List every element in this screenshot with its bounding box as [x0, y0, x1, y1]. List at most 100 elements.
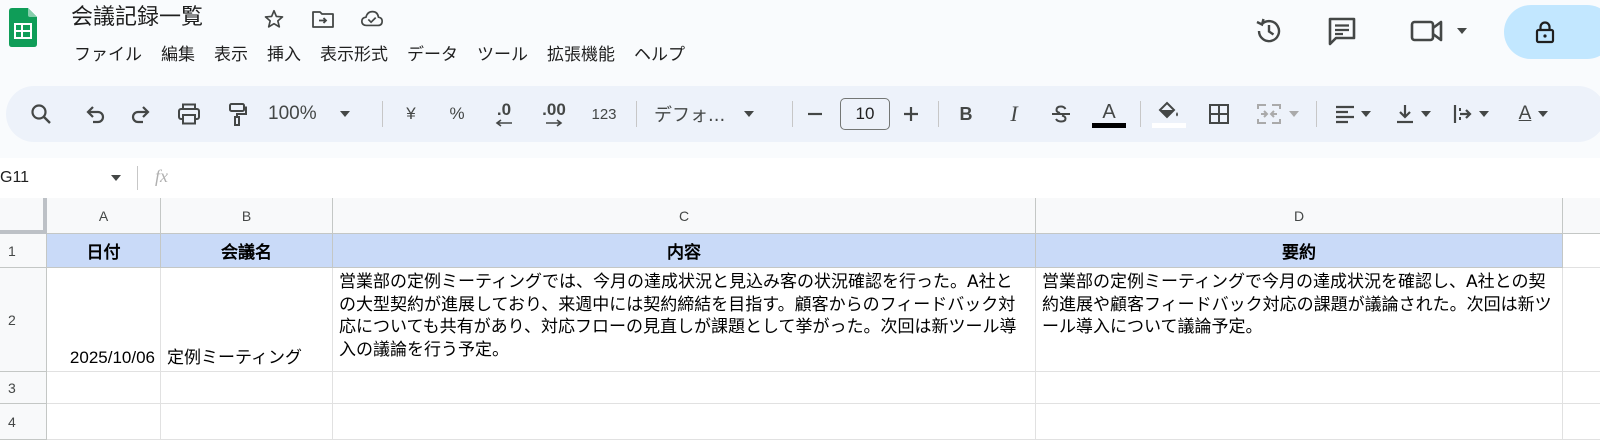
menu-extensions[interactable]: 拡張機能 [537, 40, 624, 70]
cell-b3[interactable] [161, 372, 333, 404]
zoom-value: 100% [268, 103, 317, 124]
cell-d2[interactable]: 営業部の定例ミーティングで今月の達成状況を確認し、A社との契約進展や顧客フィード… [1036, 268, 1563, 372]
cell-d4[interactable] [1036, 404, 1563, 440]
format-as-percent-button[interactable]: % [442, 86, 472, 142]
cell-b4[interactable] [161, 404, 333, 440]
menu-edit[interactable]: 編集 [151, 40, 204, 70]
cell-b1[interactable]: 会議名 [161, 234, 333, 268]
toolbar-divider [636, 101, 637, 127]
formula-input[interactable] [190, 164, 1590, 192]
borders-icon[interactable] [1204, 86, 1234, 142]
column-header-e[interactable] [1563, 198, 1600, 234]
cell-d1[interactable]: 要約 [1036, 234, 1563, 268]
cloud-saved-icon[interactable] [360, 7, 384, 31]
cell-e1[interactable] [1563, 234, 1600, 268]
arrow-right-icon [546, 119, 563, 127]
print-icon[interactable] [174, 86, 204, 142]
vertical-align-icon[interactable] [1388, 86, 1438, 142]
zoom-select[interactable]: 100% [268, 86, 374, 142]
cell-c1[interactable]: 内容 [333, 234, 1036, 268]
toolbar: 100% ¥ % .0 .00 123 デフォ... 10 B I A A [6, 86, 1600, 142]
row-header-4[interactable]: 4 [0, 404, 47, 440]
cell-a3[interactable] [47, 372, 161, 404]
app-header: 会議記録一覧 ファイル 編集 表示 挿入 表示形式 データ ツール 拡張機能 ヘ… [0, 0, 1600, 84]
font-select[interactable]: デフォ... [654, 86, 776, 142]
cell-e4[interactable] [1563, 404, 1600, 440]
italic-label: I [1010, 101, 1018, 126]
cell-c3[interactable] [333, 372, 1036, 404]
column-header-c[interactable]: C [333, 198, 1036, 234]
menu-format[interactable]: 表示形式 [310, 40, 397, 70]
search-menus-icon[interactable] [26, 86, 56, 142]
decrease-font-size-icon[interactable] [804, 86, 826, 142]
fill-color-button[interactable] [1152, 86, 1186, 142]
format-as-currency-button[interactable]: ¥ [396, 86, 426, 142]
text-rotation-button[interactable]: A [1506, 86, 1562, 142]
move-to-folder-icon[interactable] [311, 7, 335, 31]
more-formats-label: 123 [591, 105, 617, 123]
column-header-b[interactable]: B [161, 198, 333, 234]
chevron-down-icon [744, 111, 755, 117]
row-header-1[interactable]: 1 [0, 234, 47, 268]
more-formats-button[interactable]: 123 [584, 86, 624, 142]
menu-data[interactable]: データ [397, 40, 467, 70]
strikethrough-icon[interactable] [1046, 86, 1076, 142]
row-header-3[interactable]: 3 [0, 372, 47, 404]
chevron-down-icon [339, 111, 350, 117]
select-all-corner[interactable] [0, 198, 47, 234]
toolbar-divider [1316, 101, 1317, 127]
formula-bar-divider [137, 166, 138, 190]
name-box[interactable]: G11 [0, 164, 128, 192]
row-header-2[interactable]: 2 [0, 268, 47, 372]
chevron-down-icon [1361, 111, 1371, 117]
cell-a4[interactable] [47, 404, 161, 440]
text-wrapping-icon[interactable] [1446, 86, 1496, 142]
version-history-icon[interactable] [1248, 10, 1290, 52]
cell-a2[interactable]: 2025/10/06 [47, 268, 161, 372]
chevron-down-icon [1538, 111, 1549, 117]
cell-d3[interactable] [1036, 372, 1563, 404]
increase-decimal-button[interactable]: .00 [534, 86, 574, 142]
toolbar-divider [792, 101, 793, 127]
column-header-d[interactable]: D [1036, 198, 1563, 234]
arrow-left-icon [495, 119, 512, 127]
decrease-decimal-button[interactable]: .0 [484, 86, 524, 142]
paint-format-icon[interactable] [222, 86, 252, 142]
cell-e2[interactable] [1563, 268, 1600, 372]
spreadsheet-grid: A B C D 1 2 3 4 日付 会議名 内容 要約 2025/10/06 … [0, 198, 1600, 440]
cell-a1[interactable]: 日付 [47, 234, 161, 268]
menu-help[interactable]: ヘルプ [624, 40, 694, 70]
chevron-down-icon [1457, 28, 1467, 34]
font-size-input[interactable]: 10 [840, 98, 890, 130]
increase-font-size-icon[interactable] [900, 86, 922, 142]
column-header-a[interactable]: A [47, 198, 161, 234]
formula-bar: G11 fx [0, 158, 1600, 198]
menu-file[interactable]: ファイル [64, 40, 151, 70]
text-color-label: A [1102, 100, 1116, 123]
menu-tools[interactable]: ツール [467, 40, 537, 70]
text-color-button[interactable]: A [1092, 86, 1126, 142]
chevron-down-icon [1479, 111, 1489, 117]
toolbar-divider [382, 101, 383, 127]
comments-icon[interactable] [1321, 10, 1363, 52]
redo-icon[interactable] [126, 86, 156, 142]
share-button[interactable] [1504, 5, 1600, 59]
menu-view[interactable]: 表示 [204, 40, 257, 70]
bold-button[interactable]: B [951, 86, 981, 142]
paint-bucket-icon [1158, 101, 1178, 118]
cell-c2[interactable]: 営業部の定例ミーティングでは、今月の達成状況と見込み客の状況確認を行った。A社と… [333, 268, 1036, 372]
menu-insert[interactable]: 挿入 [257, 40, 310, 70]
undo-icon[interactable] [80, 86, 110, 142]
star-icon[interactable] [262, 7, 286, 31]
document-title[interactable]: 会議記録一覧 [71, 3, 203, 33]
horizontal-align-icon[interactable] [1328, 86, 1378, 142]
sheets-logo-icon[interactable] [9, 8, 37, 60]
text-color-swatch [1092, 122, 1126, 128]
cell-c4[interactable] [333, 404, 1036, 440]
meet-icon[interactable] [1404, 10, 1474, 52]
increase-decimal-label: .00 [542, 100, 566, 119]
cell-e3[interactable] [1563, 372, 1600, 404]
italic-button[interactable]: I [999, 86, 1029, 142]
cell-b2[interactable]: 定例ミーティング [161, 268, 333, 372]
chevron-down-icon[interactable] [110, 174, 122, 182]
